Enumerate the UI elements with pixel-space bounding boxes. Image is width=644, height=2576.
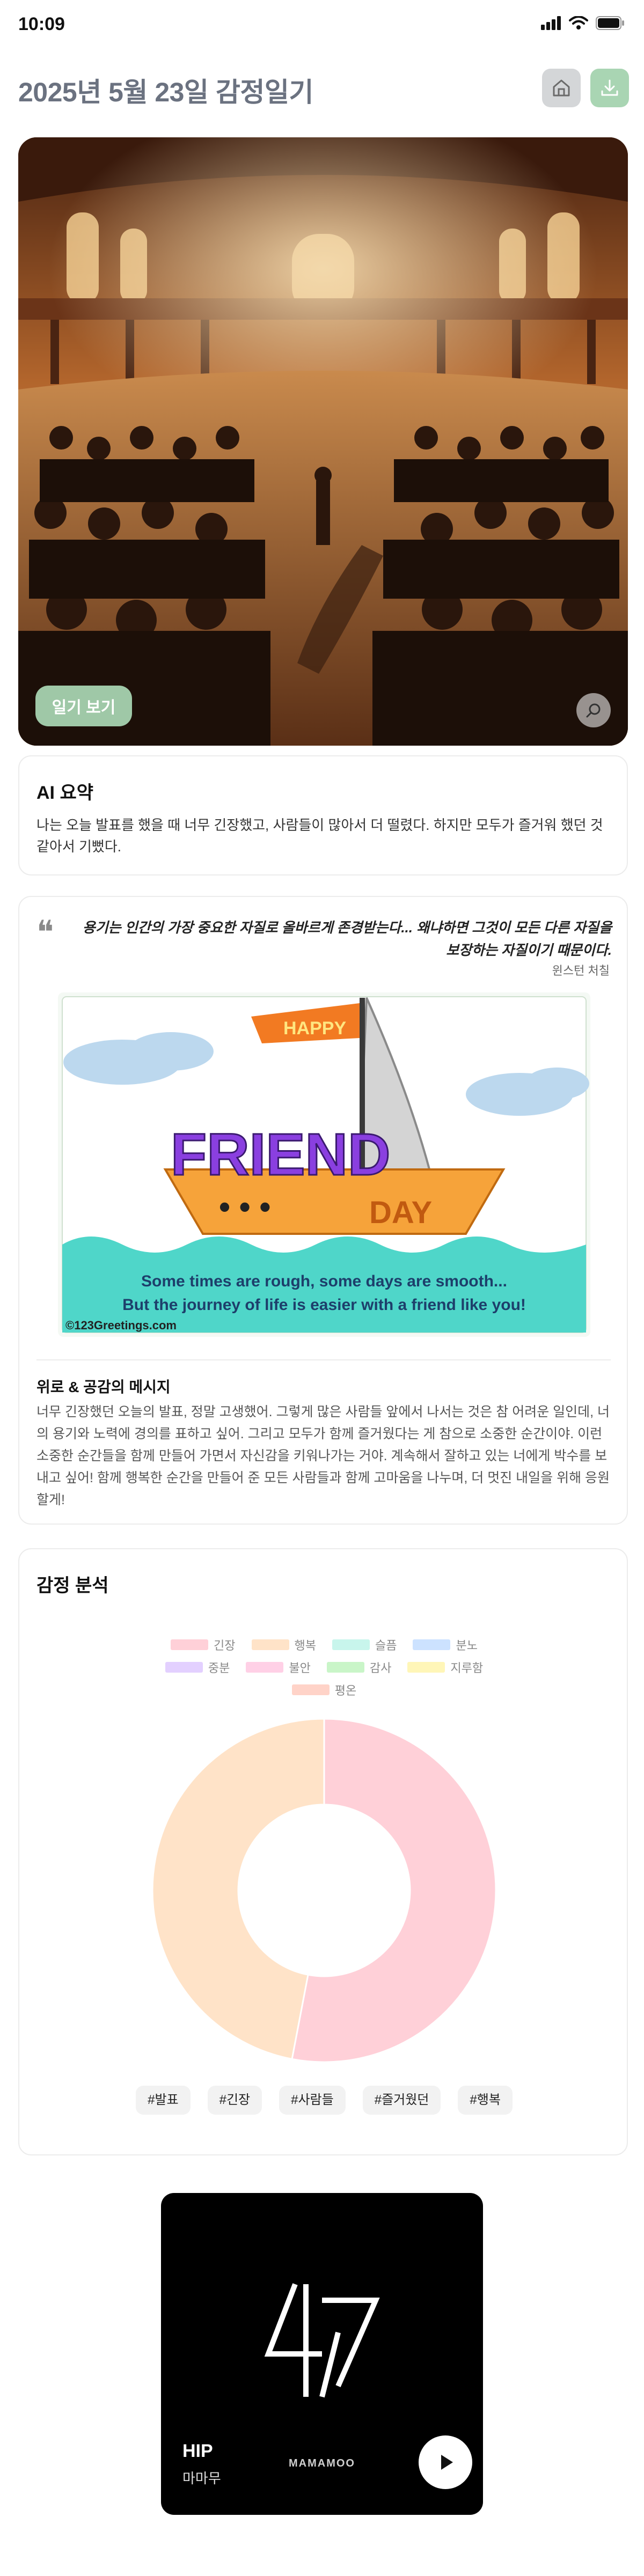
legend-swatch [413,1639,451,1650]
quote-icon: ❝ [36,914,54,951]
legend-row: 긴장 행복 슬픔 분노 [19,1636,629,1653]
music-title: HIP [182,2441,213,2461]
comfort-text: 너무 긴장했던 오늘의 발표, 정말 고생했어. 그렇게 많은 사람들 앞에서 … [36,1404,610,1507]
legend-item[interactable]: 슬픔 [332,1636,397,1653]
ai-summary-title: AI 요약 [36,783,94,803]
legend-row: 중분 불안 감사 지루함 [19,1659,629,1676]
legend-label: 분노 [456,1639,478,1652]
legend-row: 평온 [19,1681,629,1698]
legend-label: 긴장 [214,1639,236,1652]
legend-item[interactable]: 불안 [246,1659,311,1676]
card-word-day: DAY [369,1195,432,1230]
legend-label: 감사 [369,1661,392,1675]
wifi-icon [569,16,588,30]
play-button[interactable] [419,2435,472,2489]
hero-image[interactable]: 일기 보기 [18,137,628,746]
greeting-card-image: HAPPY • • • DAY FRIEND Some times are ro… [58,992,590,1337]
download-icon [601,79,618,96]
legend-item[interactable]: 감사 [326,1659,392,1676]
quote-card: ❝ 용기는 인간의 가장 중요한 자질로 올바르게 존경받는다... 왜냐하면 … [18,896,628,1525]
home-icon [553,79,570,97]
legend-item[interactable]: 중분 [165,1659,230,1676]
card-word-friend: FRIEND [171,1122,390,1188]
divider [36,1359,611,1360]
music-card[interactable]: MAMAMOO HIP 마마무 [161,2193,483,2515]
emotion-analysis-card: 감정 분석 긴장 행복 슬픔 분노 중분 불안 감사 지루함 평온 #발표 #긴… [18,1548,628,2155]
emotion-title: 감정 분석 [36,1576,109,1596]
header: 2025년 5월 23일 감정일기 [0,59,644,118]
search-icon [586,703,601,718]
legend-swatch [291,1684,330,1695]
tag[interactable]: #즐거웠던 [362,2086,441,2115]
download-button[interactable] [590,69,629,107]
view-diary-button[interactable]: 일기 보기 [35,686,132,726]
chart-legend: 긴장 행복 슬픔 분노 중분 불안 감사 지루함 평온 [19,1636,629,1704]
tag[interactable]: #행복 [458,2086,513,2115]
emotion-donut-chart [151,1718,497,2063]
legend-item[interactable]: 행복 [251,1636,316,1653]
legend-swatch [246,1662,284,1673]
legend-label: 지루함 [450,1661,484,1675]
legend-swatch [407,1662,445,1673]
tag-list: #발표 #긴장 #사람들 #즐거웠던 #행복 [19,2086,629,2115]
play-icon [441,2455,453,2470]
music-artist: 마마무 [182,2470,221,2486]
signal-icon [541,16,561,30]
tag[interactable]: #발표 [136,2086,191,2115]
status-icons [541,16,625,30]
comfort-title: 위로 & 공감의 메시지 [36,1379,171,1395]
page-title: 2025년 5월 23일 감정일기 [18,77,313,107]
status-bar: 10:09 [0,0,644,51]
donut-slice-1[interactable] [151,1718,325,2060]
card-credit: ©123Greetings.com [65,1319,177,1332]
legend-swatch [171,1639,209,1650]
zoom-button[interactable] [576,693,611,727]
legend-label: 슬픔 [375,1639,397,1652]
home-button[interactable] [542,69,581,107]
legend-item[interactable]: 분노 [413,1636,478,1653]
card-flag-text: HAPPY [283,1018,346,1039]
legend-item[interactable]: 평온 [291,1681,357,1698]
hero-illustration [18,137,628,746]
legend-label: 행복 [294,1639,316,1652]
legend-label: 평온 [334,1684,357,1697]
legend-swatch [332,1639,370,1650]
album-brand: MAMAMOO [289,2457,355,2469]
quote-text: 용기는 인간의 가장 중요한 자질로 올바르게 존경받는다... 왜냐하면 그것… [82,919,612,958]
legend-swatch [251,1639,289,1650]
ai-summary-card: AI 요약 나는 오늘 발표를 했을 때 너무 긴장했고, 사람들이 많아서 더… [18,755,628,875]
card-line-1: Some times are rough, some days are smoo… [141,1272,507,1290]
legend-label: 불안 [289,1661,311,1675]
quote-author: 윈스턴 처칠 [552,964,610,977]
tag[interactable]: #긴장 [207,2086,262,2115]
status-time: 10:09 [18,14,65,34]
legend-swatch [165,1662,203,1673]
card-line-2: But the journey of life is easier with a… [122,1296,526,1314]
legend-item[interactable]: 지루함 [407,1659,483,1676]
legend-item[interactable]: 긴장 [171,1636,236,1653]
legend-label: 중분 [208,1661,230,1675]
card-ship-dots: • • • [219,1189,270,1225]
tag[interactable]: #사람들 [279,2086,346,2115]
battery-icon [596,16,624,30]
legend-swatch [326,1662,364,1673]
ai-summary-text: 나는 오늘 발표를 했을 때 너무 긴장했고, 사람들이 많아서 더 떨렸다. … [36,817,603,855]
